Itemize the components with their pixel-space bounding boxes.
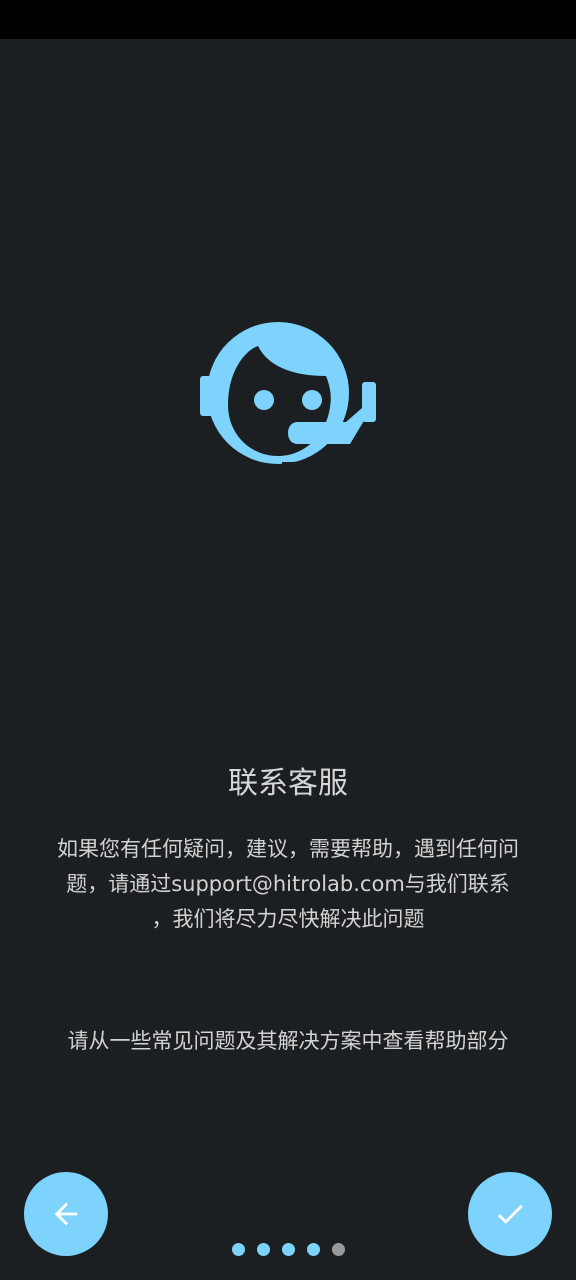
page-dot-current — [331, 1243, 345, 1256]
status-bar — [0, 0, 576, 39]
page-indicator — [0, 1243, 576, 1256]
description-line: 如果您有任何疑问，建议，需要帮助，遇到任何问 — [57, 837, 519, 861]
page-title: 联系客服 — [228, 766, 348, 801]
page-dot — [256, 1243, 270, 1256]
description-line: ，我们将尽力尽快解决此问题 — [151, 907, 425, 931]
page-dot — [281, 1243, 295, 1256]
help-hint-text: 请从一些常见问题及其解决方案中查看帮助部分 — [67, 1029, 509, 1053]
page-dot — [306, 1243, 320, 1256]
description-line: 题，请通过support@hitrolab.com与我们联系 — [66, 872, 510, 896]
support-agent-icon — [196, 310, 380, 476]
check-icon — [497, 1204, 523, 1224]
description-text: 如果您有任何疑问，建议，需要帮助，遇到任何问 题，请通过support@hitr… — [22, 832, 554, 937]
arrow-left-icon — [54, 1202, 78, 1226]
page-dot — [231, 1243, 245, 1256]
